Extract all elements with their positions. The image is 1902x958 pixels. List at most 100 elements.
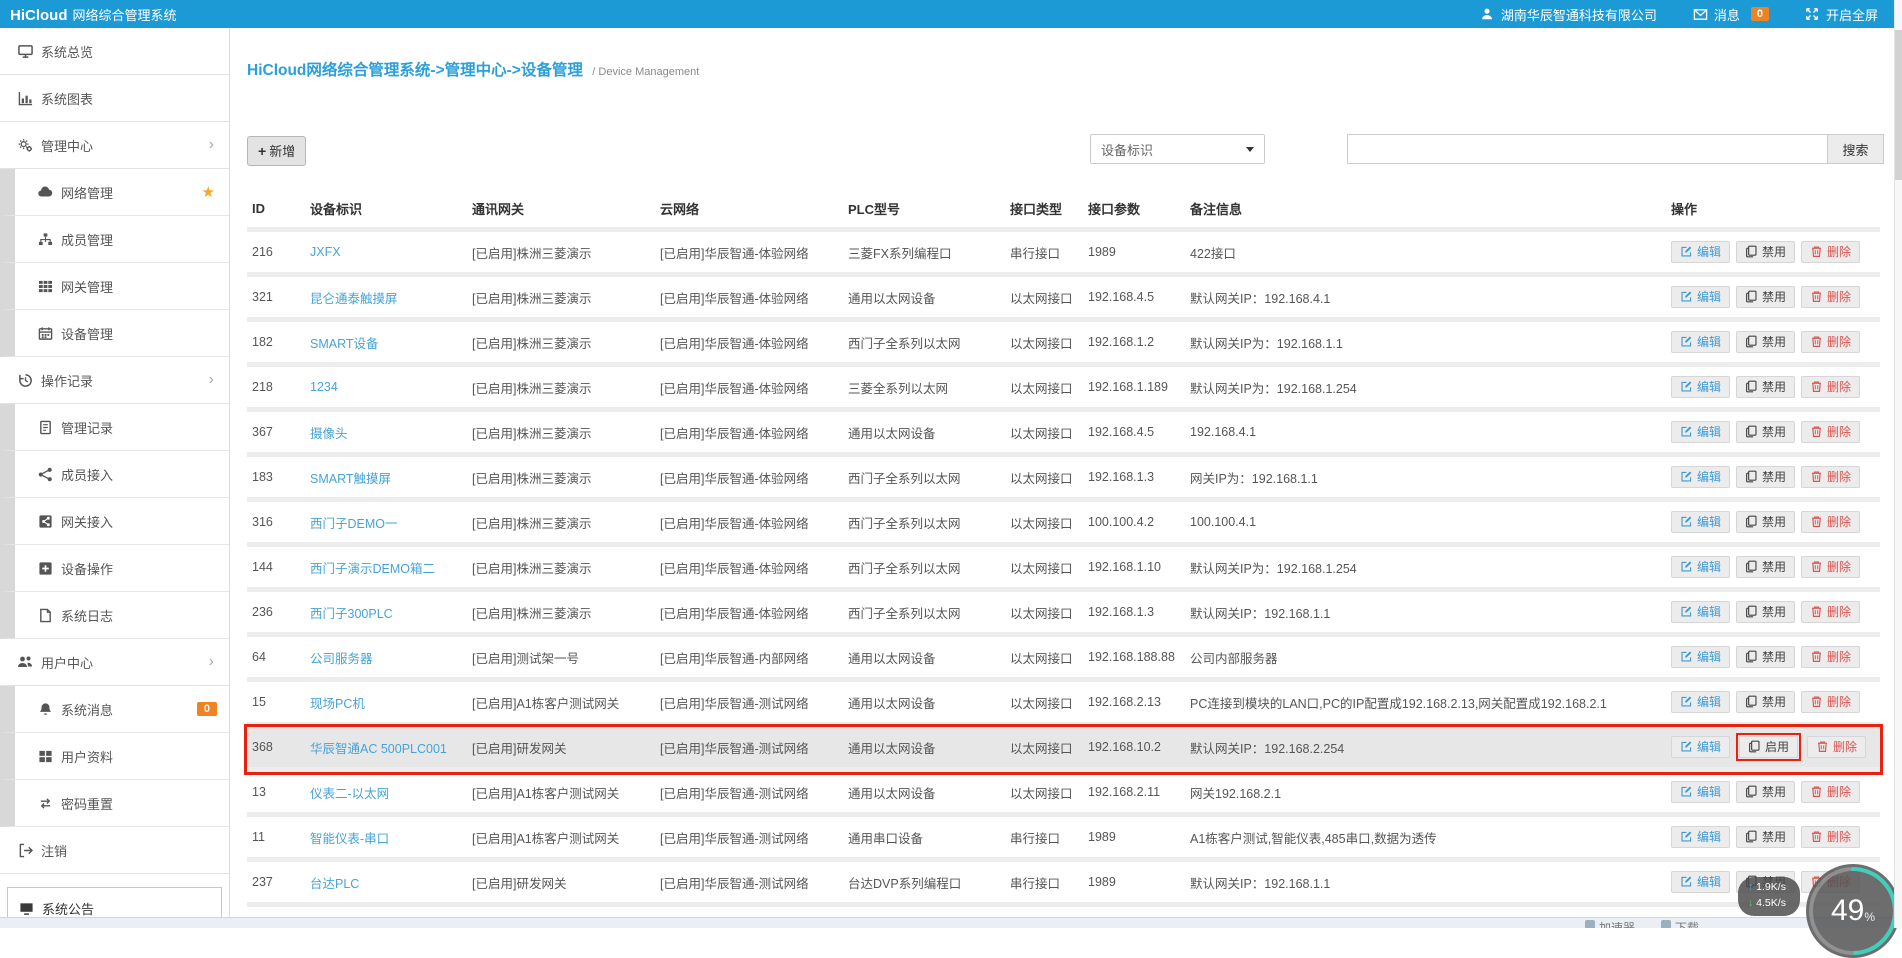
edit-button[interactable]: 编辑 xyxy=(1671,376,1730,398)
sidebar-item-management-center[interactable]: 管理中心› xyxy=(0,122,229,169)
company-menu[interactable]: 湖南华辰智通科技有限公司 xyxy=(1480,5,1657,24)
filter-select[interactable]: 设备标识 xyxy=(1090,134,1265,164)
disable-button[interactable]: 禁用 xyxy=(1736,286,1795,308)
sidebar-item-label: 网络管理 xyxy=(61,183,113,202)
edit-button[interactable]: 编辑 xyxy=(1671,556,1730,578)
edit-button[interactable]: 编辑 xyxy=(1671,331,1730,353)
messages-menu[interactable]: 消息 0 xyxy=(1693,5,1769,24)
edit-button[interactable]: 编辑 xyxy=(1671,241,1730,263)
enable-button[interactable]: 启用 xyxy=(1739,736,1798,758)
column-header-gateway: 通讯网关 xyxy=(467,199,655,218)
device-link[interactable]: 华辰智通AC 500PLC001 xyxy=(310,742,447,756)
disable-button-label: 禁用 xyxy=(1762,470,1786,484)
disable-button[interactable]: 禁用 xyxy=(1736,376,1795,398)
sidebar-item-operation-records[interactable]: 操作记录› xyxy=(0,357,229,404)
edit-button[interactable]: 编辑 xyxy=(1671,691,1730,713)
delete-button[interactable]: 删除 xyxy=(1801,826,1860,848)
search-input[interactable] xyxy=(1347,134,1827,164)
delete-button[interactable]: 删除 xyxy=(1801,601,1860,623)
scrollbar[interactable] xyxy=(1894,0,1902,928)
delete-button[interactable]: 删除 xyxy=(1801,466,1860,488)
delete-button[interactable]: 删除 xyxy=(1801,421,1860,443)
edit-button[interactable]: 编辑 xyxy=(1671,466,1730,488)
fullscreen-button[interactable]: 开启全屏 xyxy=(1805,5,1878,24)
sidebar-item-network-management[interactable]: 网络管理★ xyxy=(0,169,229,216)
sidebar-item-gateway-management[interactable]: 网关管理 xyxy=(0,263,229,310)
device-link[interactable]: 摄像头 xyxy=(310,427,348,441)
edit-button[interactable]: 编辑 xyxy=(1671,781,1730,803)
edit-button[interactable]: 编辑 xyxy=(1671,511,1730,533)
device-link[interactable]: 公司服务器 xyxy=(310,652,373,666)
device-link[interactable]: 现场PC机 xyxy=(310,697,365,711)
device-link[interactable]: 台达PLC xyxy=(310,877,359,891)
device-link[interactable]: SMART设备 xyxy=(310,337,379,351)
sidebar-item-gateway-access[interactable]: 网关接入 xyxy=(0,498,229,545)
disable-button[interactable]: 禁用 xyxy=(1736,511,1795,533)
sidebar-item-user-profile[interactable]: 用户资料 xyxy=(0,733,229,780)
fullscreen-label: 开启全屏 xyxy=(1826,5,1878,24)
edit-button[interactable]: 编辑 xyxy=(1671,286,1730,308)
bottom-bar-item[interactable]: 加速器 xyxy=(1585,919,1635,928)
delete-button[interactable]: 删除 xyxy=(1801,241,1860,263)
device-link[interactable]: 仪表二-以太网 xyxy=(310,787,389,801)
device-link[interactable]: 西门子DEMO一 xyxy=(310,517,398,531)
percent-overlay-widget[interactable]: 49 % xyxy=(1806,864,1900,958)
device-link[interactable]: 1234 xyxy=(310,380,338,394)
disable-button[interactable]: 禁用 xyxy=(1736,331,1795,353)
device-link[interactable]: JXFX xyxy=(310,245,341,259)
sidebar-item-device-operation[interactable]: 设备操作 xyxy=(0,545,229,592)
device-link[interactable]: 西门子300PLC xyxy=(310,607,393,621)
calendar-icon xyxy=(37,325,53,341)
scrollbar-thumb[interactable] xyxy=(1895,30,1902,180)
sidebar-item-password-reset[interactable]: 密码重置 xyxy=(0,780,229,827)
cell-iface: 以太网接口 xyxy=(1005,288,1083,307)
device-link[interactable]: 智能仪表-串口 xyxy=(310,832,389,846)
sidebar-item-member-management[interactable]: 成员管理 xyxy=(0,216,229,263)
sidebar-item-management-records[interactable]: 管理记录 xyxy=(0,404,229,451)
edit-button[interactable]: 编辑 xyxy=(1671,646,1730,668)
delete-button[interactable]: 删除 xyxy=(1801,286,1860,308)
sidebar-item-system-overview[interactable]: 系统总览 xyxy=(0,28,229,75)
device-link[interactable]: 西门子演示DEMO箱二 xyxy=(310,562,435,576)
cell-gateway: [已启用]研发网关 xyxy=(467,873,655,892)
edit-button[interactable]: 编辑 xyxy=(1671,871,1730,893)
device-link[interactable]: 昆仑通泰触摸屏 xyxy=(310,292,398,306)
sidebar-item-system-charts[interactable]: 系统图表 xyxy=(0,75,229,122)
edit-button[interactable]: 编辑 xyxy=(1671,736,1730,758)
disable-button[interactable]: 禁用 xyxy=(1736,466,1795,488)
disable-button[interactable]: 禁用 xyxy=(1736,826,1795,848)
edit-button[interactable]: 编辑 xyxy=(1671,601,1730,623)
device-link[interactable]: SMART触摸屏 xyxy=(310,472,391,486)
disable-button[interactable]: 禁用 xyxy=(1736,646,1795,668)
delete-button[interactable]: 删除 xyxy=(1801,376,1860,398)
delete-button[interactable]: 删除 xyxy=(1807,736,1866,758)
delete-button[interactable]: 删除 xyxy=(1801,781,1860,803)
breadcrumb-path[interactable]: HiCloud网络综合管理系统->管理中心->设备管理 xyxy=(247,62,583,79)
edit-button[interactable]: 编辑 xyxy=(1671,826,1730,848)
sidebar-item-system-log[interactable]: 系统日志 xyxy=(0,592,229,639)
search-button[interactable]: 搜索 xyxy=(1827,134,1884,164)
add-device-button[interactable]: + 新增 xyxy=(247,136,306,166)
disable-button[interactable]: 禁用 xyxy=(1736,601,1795,623)
cell-actions: 编辑禁用删除 xyxy=(1666,691,1880,713)
disable-button[interactable]: 禁用 xyxy=(1736,556,1795,578)
sidebar-item-member-access[interactable]: 成员接入 xyxy=(0,451,229,498)
delete-button[interactable]: 删除 xyxy=(1801,646,1860,668)
delete-button[interactable]: 删除 xyxy=(1801,511,1860,533)
delete-button[interactable]: 删除 xyxy=(1801,556,1860,578)
sidebar-item-label: 管理中心 xyxy=(41,136,93,155)
disable-button[interactable]: 禁用 xyxy=(1736,691,1795,713)
disable-button[interactable]: 禁用 xyxy=(1736,241,1795,263)
cell-cloud: [已启用]华辰智通-体验网络 xyxy=(655,558,843,577)
sidebar-item-user-center[interactable]: 用户中心› xyxy=(0,639,229,686)
disable-button[interactable]: 禁用 xyxy=(1736,421,1795,443)
delete-button[interactable]: 删除 xyxy=(1801,691,1860,713)
edit-button[interactable]: 编辑 xyxy=(1671,421,1730,443)
cell-id: 13 xyxy=(247,785,305,799)
delete-button[interactable]: 删除 xyxy=(1801,331,1860,353)
disable-button[interactable]: 禁用 xyxy=(1736,781,1795,803)
sidebar-item-device-management[interactable]: 设备管理 xyxy=(0,310,229,357)
sidebar-item-system-messages[interactable]: 系统消息0 xyxy=(0,686,229,733)
sidebar-item-logout[interactable]: 注销 xyxy=(0,827,229,874)
bottom-bar-item[interactable]: 下载 xyxy=(1661,919,1699,928)
